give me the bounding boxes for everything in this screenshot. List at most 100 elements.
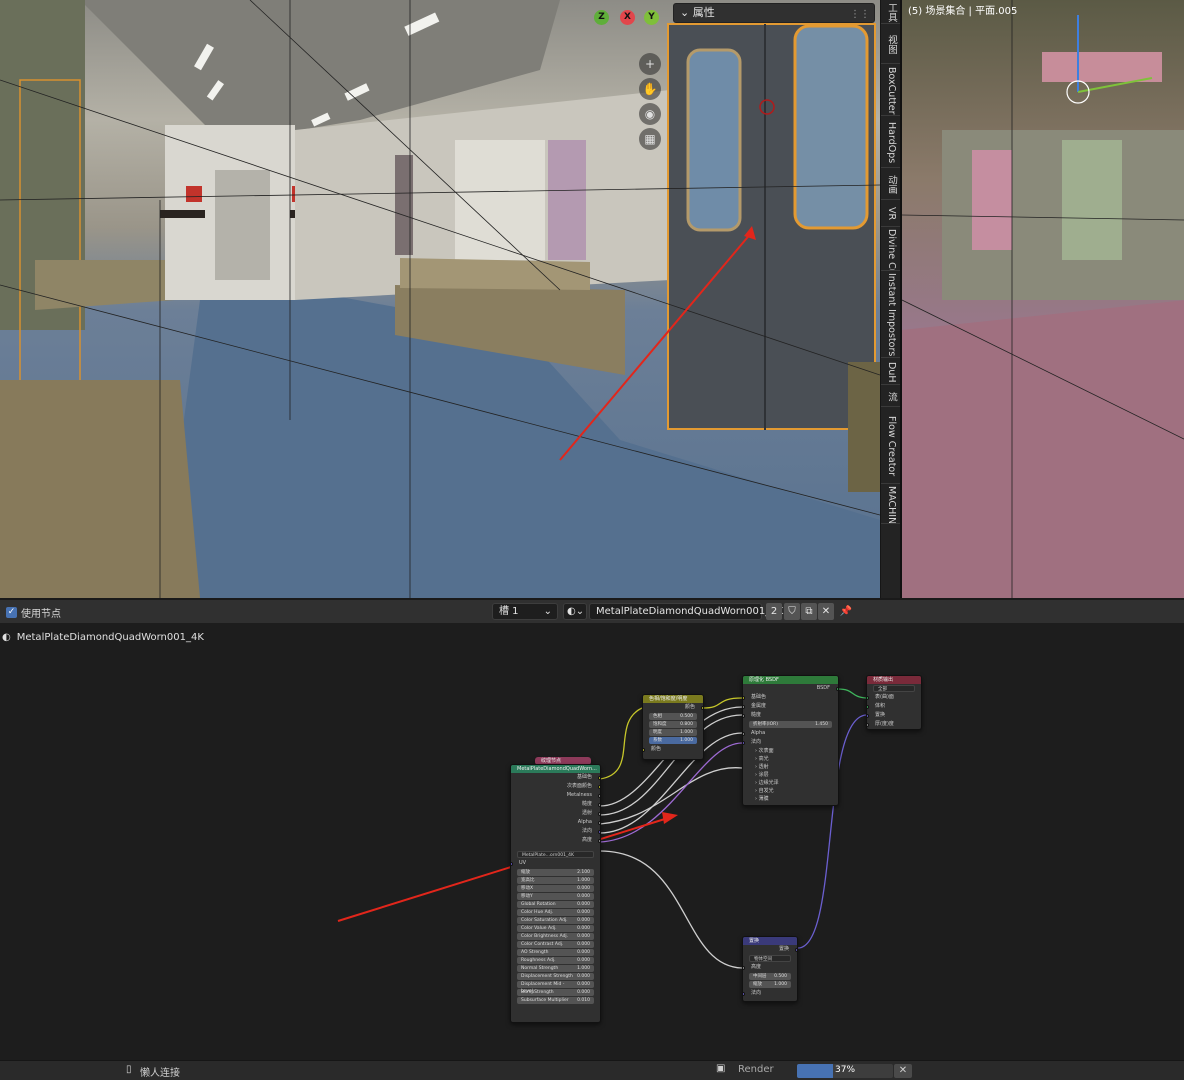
node-editor-canvas[interactable]: ◐ MetalPlateDiamondQuadWorn001_4K 纹理节点 M… (0, 623, 1184, 1060)
cancel-render-button[interactable]: ✕ (894, 1064, 912, 1078)
3d-viewport-secondary[interactable]: (5) 场景集合 | 平面.005 (900, 0, 1184, 598)
bsdf-collapsed-panel[interactable]: › 自发光 (747, 787, 838, 795)
material-output-node[interactable]: 材质输出 全部 表(曲)面 体积 置换 厚(度)度 (866, 675, 922, 730)
group-node-title[interactable]: MetalPlateDiamondQuadWorn... (511, 765, 600, 773)
group-output-socket[interactable]: 透射 (511, 809, 600, 818)
axis-gizmo-x[interactable]: X (620, 10, 635, 25)
group-output-socket[interactable]: 基础色 (511, 773, 600, 782)
side-tab[interactable]: BoxCutter (881, 66, 901, 116)
hsv-input-color[interactable]: 颜色 (643, 745, 703, 754)
checkbox-checked-icon[interactable]: ✓ (6, 607, 17, 618)
displacement-input-normal[interactable]: 法向 (743, 989, 797, 998)
side-tab[interactable]: 流 (881, 387, 901, 407)
side-tab[interactable]: DuH (881, 360, 901, 385)
bsdf-node-title[interactable]: 原理化 BSDF (743, 676, 838, 684)
bsdf-input-socket[interactable]: 金属度 (743, 702, 838, 711)
group-param-slider[interactable]: AO Strength 0.000 (517, 949, 594, 956)
group-param-slider[interactable]: Color Brightness Adj. 0.000 (517, 933, 594, 940)
hue-saturation-node[interactable]: 色相/饱和度/明度 颜色 色相 0.500 饱和度 0.800 明度 1.000 系数 1.0… (642, 694, 704, 760)
group-output-socket[interactable]: Metalness (511, 791, 600, 800)
side-tab[interactable]: 动画 (881, 170, 901, 200)
bsdf-collapsed-panel[interactable]: › 边缘光泽 (747, 779, 838, 787)
group-param-slider[interactable]: Displacement Strength 0.000 (517, 973, 594, 980)
user-count[interactable]: 2 (766, 603, 782, 620)
group-output-socket[interactable]: 高度 (511, 836, 600, 845)
side-tab[interactable]: Instant Impostors (881, 273, 901, 358)
group-node[interactable]: MetalPlateDiamondQuadWorn... 基础色 次表面颜色 Met… (510, 764, 601, 1023)
group-param-slider[interactable]: Roughness Adj. 0.000 (517, 957, 594, 964)
bsdf-collapsed-panel[interactable]: › 透射 (747, 763, 838, 771)
output-target-dropdown[interactable]: 全部 (873, 685, 915, 692)
material-name-field[interactable]: MetalPlateDiamondQuadWorn001_4K (589, 603, 783, 620)
bsdf-input-socket[interactable]: 糙度 (743, 711, 838, 720)
group-param-slider[interactable]: Subsurface Multiplier 0.010 (517, 997, 594, 1004)
group-output-socket[interactable]: 糙度 (511, 800, 600, 809)
group-output-socket[interactable]: 次表面颜色 (511, 782, 600, 791)
hsv-node-title[interactable]: 色相/饱和度/明度 (643, 695, 703, 703)
group-param-slider[interactable]: 缩放 2.100 (517, 869, 594, 876)
bsdf-collapsed-panel[interactable]: › 薄膜 (747, 795, 838, 803)
duplicate-icon[interactable]: ⧉ (801, 603, 817, 620)
scale-slider[interactable]: 缩放 1.000 (749, 981, 791, 988)
displacement-output[interactable]: 置换 (743, 945, 797, 954)
group-param-slider[interactable]: Global Rotation 0.000 (517, 901, 594, 908)
group-param-slider[interactable]: 宽高比 1.000 (517, 877, 594, 884)
uv-input[interactable]: UV (511, 859, 600, 868)
zoom-icon[interactable]: + (639, 53, 661, 75)
grid-view-icon[interactable]: ▦ (639, 128, 661, 150)
slot-dropdown[interactable]: 槽 1 ⌄ (492, 603, 558, 620)
group-output-socket[interactable]: Alpha (511, 818, 600, 827)
group-param-slider[interactable]: Color Saturation Adj. 0.000 (517, 917, 594, 924)
axis-gizmo-y[interactable]: Y (644, 10, 659, 25)
use-nodes-toggle[interactable]: ✓ 使用节点 (6, 605, 61, 620)
hsv-param-slider[interactable]: 色相 0.500 (649, 713, 697, 720)
side-tab[interactable]: Flow Creator (881, 409, 901, 484)
bsdf-input-socket[interactable]: 基础色 (743, 693, 838, 702)
midlevel-slider[interactable]: 中间层 0.500 (749, 973, 791, 980)
output-node-title[interactable]: 材质输出 (867, 676, 921, 684)
fake-user-shield-icon[interactable]: ⛉ (784, 603, 800, 620)
side-tab[interactable]: VR (881, 202, 901, 227)
group-param-slider[interactable]: 移动X 0.000 (517, 885, 594, 892)
displacement-node-title[interactable]: 置换 (743, 937, 797, 945)
group-param-slider[interactable]: Displacement Mid - Level 0.000 (517, 981, 594, 994)
pin-icon[interactable]: 📌 (838, 603, 854, 620)
group-param-slider[interactable]: Color Value Adj. 0.000 (517, 925, 594, 932)
output-input-socket[interactable]: 置换 (867, 711, 921, 720)
group-param-slider[interactable]: BumpStrength 0.000 (517, 989, 594, 996)
side-tab[interactable]: 视图 (881, 26, 901, 64)
side-tab[interactable]: HardOps (881, 118, 901, 168)
principled-bsdf-node[interactable]: 原理化 BSDF BSDF 基础色 金属度 糙度 折射率(IOR) 1.450 Alp… (742, 675, 839, 806)
camera-icon[interactable]: ◉ (639, 103, 661, 125)
bsdf-input-normal[interactable]: 法向 (743, 738, 838, 747)
hsv-param-slider[interactable]: 明度 1.000 (649, 729, 697, 736)
group-output-socket[interactable]: 法向 (511, 827, 600, 836)
ior-slider[interactable]: 折射率(IOR) 1.450 (749, 721, 832, 728)
displacement-space-dropdown[interactable]: 物体空间 (749, 955, 791, 962)
chevron-down-icon[interactable]: ⌄ (680, 6, 689, 19)
material-browse-button[interactable]: ◐⌄ (563, 603, 587, 620)
bsdf-collapsed-panel[interactable]: › 次表面 (747, 747, 838, 755)
hand-pan-icon[interactable]: ✋ (639, 78, 661, 100)
3d-viewport-main[interactable]: Z X Y + ✋ ◉ ▦ ⌄ 属性 ⋮⋮ (0, 0, 880, 598)
bsdf-collapsed-panel[interactable]: › 涂层 (747, 771, 838, 779)
drag-grip-icon[interactable]: ⋮⋮ (850, 6, 870, 24)
unlink-close-icon[interactable]: ✕ (818, 603, 834, 620)
group-param-slider[interactable]: Normal Strength 1.000 (517, 965, 594, 972)
side-tab[interactable]: 工具 (881, 2, 901, 24)
group-param-slider[interactable]: Color Contrast Adj. 0.000 (517, 941, 594, 948)
group-param-slider[interactable]: Color Hue Adj. 0.000 (517, 909, 594, 916)
group-param-slider[interactable]: 移动Y 0.000 (517, 893, 594, 900)
bsdf-output[interactable]: BSDF (743, 684, 838, 693)
hsv-output-color[interactable]: 颜色 (643, 703, 703, 712)
properties-popover[interactable]: ⌄ 属性 ⋮⋮ (673, 3, 875, 23)
output-input-socket[interactable]: 表(曲)面 (867, 693, 921, 702)
axis-gizmo-z[interactable]: Z (594, 10, 609, 25)
output-input-socket[interactable]: 厚(度)度 (867, 720, 921, 729)
output-input-socket[interactable]: 体积 (867, 702, 921, 711)
image-field[interactable]: MetalPlate...orn001_4K (517, 851, 594, 858)
displacement-input-height[interactable]: 高度 (743, 963, 797, 972)
side-tab[interactable]: MACHIN (881, 486, 901, 524)
displacement-node[interactable]: 置换 置换 物体空间 高度 中间层 0.500 缩放 1.000 法向 (742, 936, 798, 1002)
bsdf-collapsed-panel[interactable]: › 高光 (747, 755, 838, 763)
